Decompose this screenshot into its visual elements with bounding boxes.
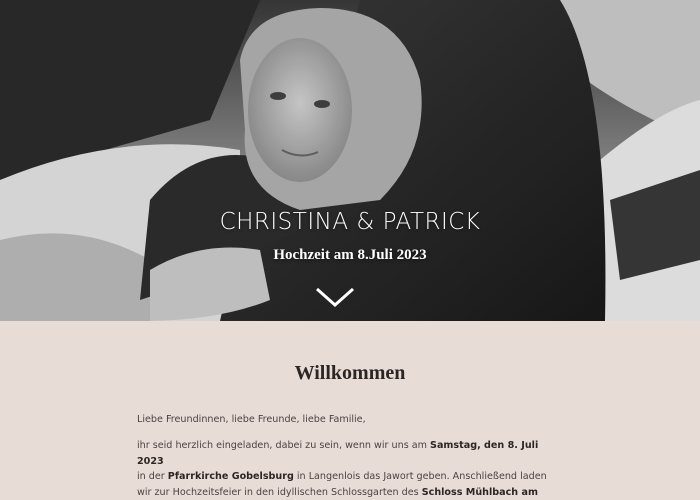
welcome-heading: Willkommen [294,362,406,384]
invitation-paragraph: ihr seid herzlich eingeladen, dabei zu s… [137,438,567,500]
text-line: ihr seid herzlich eingeladen, dabei zu s… [137,440,431,451]
greeting-text: Liebe Freundinnen, liebe Freunde, liebe … [137,414,366,425]
couple-names-title: CHRISTINA & PATRICK [219,209,481,235]
text-line: in Langenlois das Jawort geben. Anschlie… [293,471,547,482]
chevron-down-icon[interactable] [315,285,355,309]
couple-photo [0,0,700,321]
venue-highlight: Schloss Mühlbach am [421,486,538,498]
welcome-section: Willkommen Liebe Freundinnen, liebe Freu… [0,321,700,498]
hero-section: CHRISTINA & PATRICK Hochzeit am 8.Juli 2… [0,0,700,321]
wedding-date-subtitle: Hochzeit am 8.Juli 2023 [273,247,427,263]
text-line: in der [137,471,168,482]
church-highlight: Pfarrkirche Gobelsburg [167,471,294,482]
text-line: wir zur Hochzeitsfeier in den idyllische… [137,486,422,498]
